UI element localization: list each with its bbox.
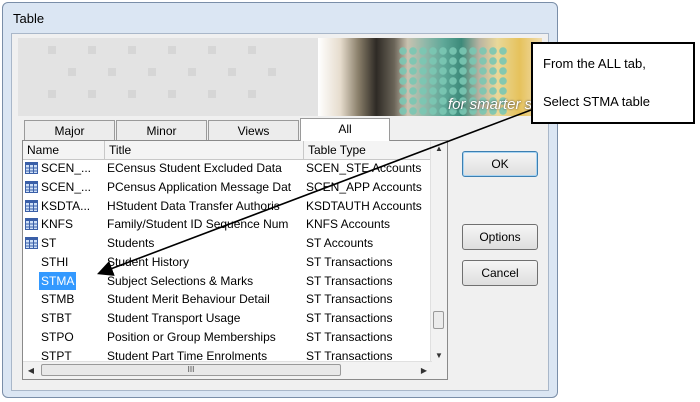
list-header: Name Title Table Type	[23, 141, 432, 160]
table-icon	[25, 237, 38, 249]
table-type: SCEN_STE Accounts	[306, 161, 422, 175]
tab-major[interactable]: Major	[24, 120, 115, 140]
callout-line-2: Select STMA table	[543, 94, 650, 109]
cell-name: KSDTA...	[25, 197, 105, 216]
table-row[interactable]: SCEN_... ECensus Student Excluded Data SCE…	[23, 159, 432, 178]
table-type: ST Accounts	[306, 236, 374, 250]
table-name: KNFS	[41, 217, 74, 232]
table-row[interactable]: KNFS Family/Student ID Sequence Num KNFS A…	[23, 215, 432, 234]
table-name: STHI	[41, 254, 69, 269]
cell-name: SCEN_...	[25, 178, 105, 197]
table-title: Family/Student ID Sequence Num	[107, 217, 289, 232]
table-title: Subject Selections & Marks	[107, 273, 254, 288]
table-title: Students	[107, 236, 155, 250]
vertical-scroll-thumb[interactable]	[433, 311, 444, 329]
horizontal-scrollbar[interactable]: ◀ III ▶	[23, 361, 432, 379]
table-row[interactable]: STMB Student Merit Behaviour Detail ST Tra…	[23, 290, 432, 309]
table-type: ST Transactions	[306, 292, 393, 307]
table-title: Student Transport Usage	[107, 311, 241, 325]
table-type: KNFS Accounts	[306, 217, 391, 232]
cell-name: STPO	[25, 328, 105, 347]
table-list: Name Title Table Type SCEN_... ECensus St…	[22, 140, 448, 380]
tab-minor[interactable]: Minor	[116, 120, 207, 140]
scroll-left-arrow-icon[interactable]: ◀	[23, 362, 39, 379]
callout-line-1: From the ALL tab,	[543, 56, 646, 71]
table-title: HStudent Data Transfer Authoris	[107, 198, 280, 213]
dialog-body: for smarter schoo Major Minor Views All …	[11, 33, 549, 391]
table-dialog: Table for smarter schoo Major Minor View…	[2, 2, 558, 398]
table-row[interactable]: STMA Subject Selections & Marks ST Transac…	[23, 271, 432, 291]
table-list-pane: Name Title Table Type SCEN_... ECensus St…	[23, 141, 432, 364]
cancel-button[interactable]: Cancel	[462, 260, 538, 286]
cell-name: STHI	[25, 253, 105, 272]
table-name: STBT	[41, 311, 72, 325]
table-name: STMA	[39, 271, 77, 291]
table-icon	[25, 180, 38, 193]
table-type: ST Transactions	[306, 329, 393, 344]
table-name: STMB	[41, 292, 75, 307]
title-bar: Table	[3, 3, 557, 31]
table-icon	[25, 162, 38, 174]
table-name: SCEN_...	[41, 161, 92, 175]
options-button[interactable]: Options	[462, 224, 538, 250]
table-title: Student Merit Behaviour Detail	[107, 292, 270, 307]
table-title: Student History	[107, 254, 190, 269]
banner-tagline: for smarter schoo	[448, 96, 542, 113]
table-name: STPO	[41, 329, 74, 344]
horizontal-scroll-thumb[interactable]: III	[41, 364, 341, 376]
window-title: Table	[13, 11, 45, 26]
cell-name: KNFS	[25, 215, 105, 234]
table-title: PCensus Application Message Dat	[107, 179, 292, 194]
column-header-table-type[interactable]: Table Type	[304, 141, 432, 159]
table-row[interactable]: STHI Student History ST Transactions	[23, 253, 432, 272]
table-title: ECensus Student Excluded Data	[107, 161, 282, 175]
ok-button[interactable]: OK	[462, 151, 538, 177]
table-name: ST	[41, 236, 57, 250]
cell-name: ST	[25, 234, 105, 253]
list-rows: SCEN_... ECensus Student Excluded Data SCE…	[23, 159, 432, 364]
table-row[interactable]: ST Students ST Accounts	[23, 234, 432, 253]
cell-name: STBT	[25, 309, 105, 328]
scrollbar-corner	[431, 362, 447, 379]
cell-name: SCEN_...	[25, 159, 105, 178]
table-type: SCEN_APP Accounts	[306, 179, 422, 194]
table-row[interactable]: STPO Position or Group Memberships ST Tran…	[23, 328, 432, 347]
cell-name: STMB	[25, 290, 105, 309]
scroll-thumb-grip: III	[187, 365, 195, 374]
tab-views[interactable]: Views	[208, 120, 299, 140]
scroll-up-arrow-icon[interactable]: ▲	[431, 141, 447, 157]
cell-name: STMA	[25, 271, 105, 291]
table-row[interactable]: KSDTA... HStudent Data Transfer Authoris K…	[23, 197, 432, 216]
table-type: KSDTAUTH Accounts	[306, 198, 422, 213]
table-row[interactable]: STBT Student Transport Usage ST Transactio…	[23, 309, 432, 328]
column-header-title[interactable]: Title	[105, 141, 304, 159]
table-type: ST Transactions	[306, 311, 393, 325]
table-type: ST Transactions	[306, 273, 393, 288]
table-icon	[25, 218, 38, 231]
instruction-callout: From the ALL tab, Select STMA table	[531, 42, 695, 124]
tab-all[interactable]: All	[300, 118, 390, 141]
banner-image: for smarter schoo	[18, 38, 542, 116]
column-header-name[interactable]: Name	[23, 141, 105, 159]
table-title: Position or Group Memberships	[107, 329, 276, 344]
vertical-scrollbar[interactable]: ▲ ▼	[430, 141, 447, 364]
table-type: ST Transactions	[306, 254, 393, 269]
tab-bar: Major Minor Views All	[22, 118, 402, 141]
table-name: KSDTA...	[41, 198, 91, 213]
table-name: SCEN_...	[41, 179, 92, 194]
table-icon	[25, 199, 38, 212]
table-row[interactable]: SCEN_... PCensus Application Message Dat S…	[23, 178, 432, 197]
scroll-right-arrow-icon[interactable]: ▶	[416, 362, 432, 379]
